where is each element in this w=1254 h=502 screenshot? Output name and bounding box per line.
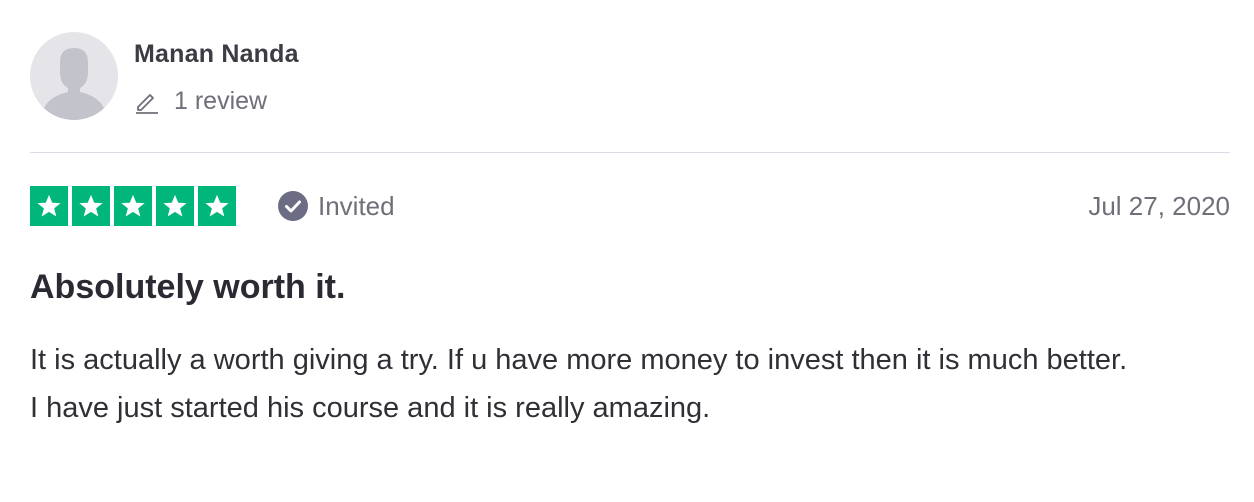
star-rating [30, 186, 236, 226]
review-count-label: 1 review [174, 86, 268, 115]
star-icon [198, 186, 236, 226]
review-count: 1 review [134, 84, 267, 118]
reviewer-header: Manan Nanda 1 review [30, 32, 1230, 122]
review-date: Jul 27, 2020 [1088, 190, 1230, 221]
review-title[interactable]: Absolutely worth it. [30, 268, 345, 307]
review-body-paragraph: I have just started his course and it is… [30, 392, 711, 424]
invited-label: Invited [318, 190, 395, 221]
invited-badge[interactable]: Invited [278, 189, 395, 223]
reviewer-name[interactable]: Manan Nanda [134, 40, 299, 69]
divider [30, 152, 1230, 153]
star-icon [114, 186, 152, 226]
review-body: It is actually a worth giving a try. If … [30, 336, 1230, 432]
star-icon [72, 186, 110, 226]
avatar[interactable] [30, 32, 118, 120]
review-body-paragraph: It is actually a worth giving a try. If … [30, 344, 1128, 376]
star-icon [30, 186, 68, 226]
pen-icon [136, 94, 158, 114]
user-silhouette-icon [44, 48, 104, 120]
star-icon [156, 186, 194, 226]
check-circle-icon [278, 191, 308, 221]
